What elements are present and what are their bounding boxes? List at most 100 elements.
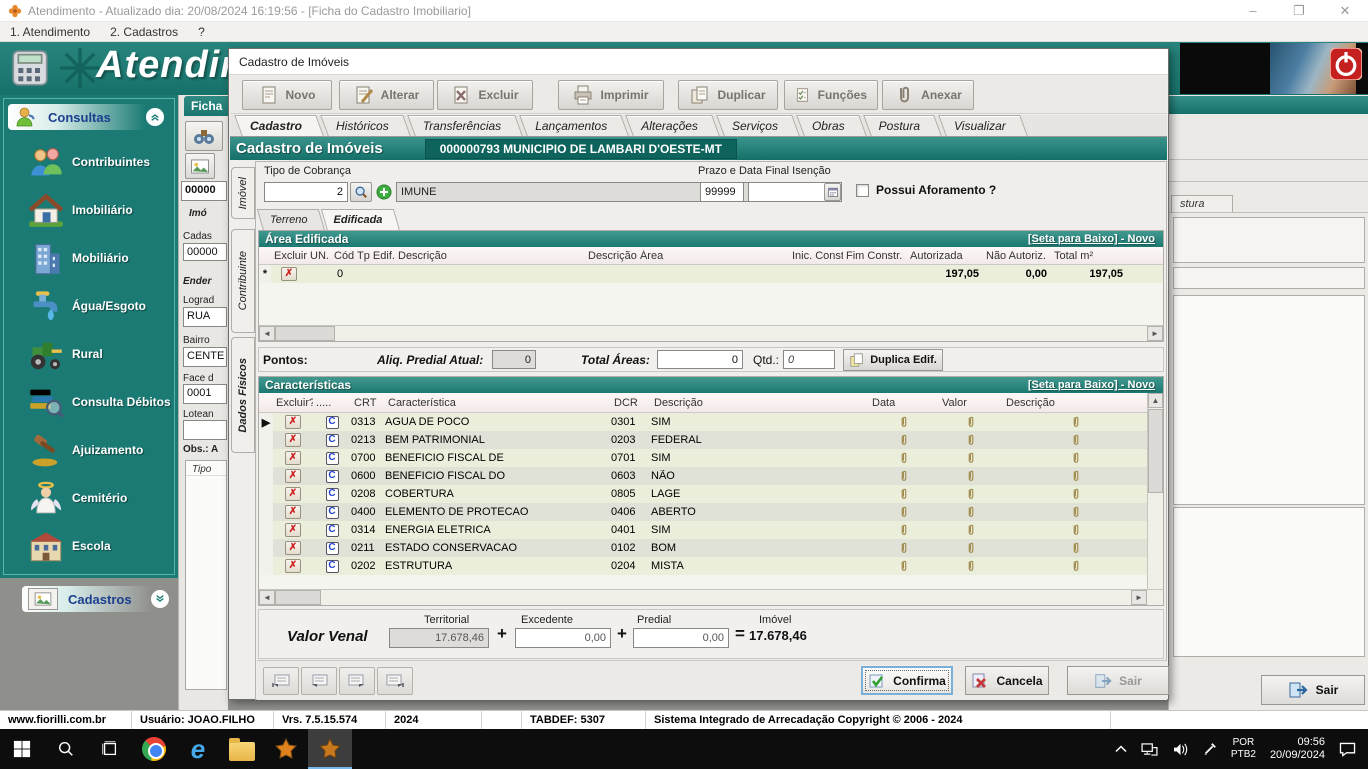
face-field[interactable]: 0001 (183, 384, 227, 404)
data-clip-icon[interactable] (899, 451, 909, 465)
network-icon[interactable] (1141, 743, 1158, 756)
first-record-button[interactable] (263, 667, 299, 695)
delete-row-button[interactable]: ✗ (285, 415, 301, 429)
logradouro-field[interactable]: RUA (183, 307, 227, 327)
caracteristicas-horizontal-scrollbar[interactable]: ◄ ► (259, 589, 1163, 605)
descricao-clip-icon[interactable] (1071, 469, 1081, 483)
next-record-button[interactable] (339, 667, 375, 695)
valor-clip-icon[interactable] (966, 487, 976, 501)
cancela-button[interactable]: Cancela (965, 666, 1049, 695)
caract-row[interactable]: ✗C0213BEM PATRIMONIAL0203FEDERAL (259, 431, 1148, 449)
scroll-right-arrow[interactable]: ► (1131, 590, 1147, 605)
toolbar-funcoes-button[interactable]: Funções (784, 80, 878, 110)
sidebar-group-cadastros[interactable]: Cadastros (22, 586, 175, 612)
caract-row[interactable]: ▶✗C0313AGUA DE POCO0301SIM (259, 413, 1148, 431)
caracteristicas-vertical-scrollbar[interactable]: ▲ ▼ (1147, 393, 1163, 605)
descricao-clip-icon[interactable] (1071, 487, 1081, 501)
restore-button[interactable]: ❐ (1276, 0, 1322, 22)
search-lookup-button[interactable] (350, 182, 372, 202)
task-view-icon[interactable] (88, 729, 132, 769)
descricao-clip-icon[interactable] (1071, 433, 1081, 447)
tab-postura-partial[interactable]: stura (1171, 195, 1233, 212)
caract-row[interactable]: ✗C0600BENEFICIO FISCAL DO0603NÃO (259, 467, 1148, 485)
valor-clip-icon[interactable] (966, 469, 976, 483)
chevron-up-icon[interactable] (146, 108, 164, 126)
photo-button[interactable] (185, 153, 215, 179)
subtab-terreno[interactable]: Terreno (260, 209, 322, 231)
delete-row-button[interactable]: ✗ (285, 487, 301, 501)
taskbar-search-icon[interactable] (44, 729, 88, 769)
sidebar-item-rural[interactable]: Rural (4, 330, 174, 378)
background-tab-imovel[interactable]: Imó (189, 208, 207, 219)
descricao-clip-icon[interactable] (1071, 559, 1081, 573)
chrome-icon[interactable] (132, 729, 176, 769)
scroll-right-arrow[interactable]: ► (1147, 326, 1163, 341)
caract-row[interactable]: ✗C0202ESTRUTURA0204MISTA (259, 557, 1148, 575)
prazo-field[interactable]: 99999 (700, 182, 744, 202)
caract-row[interactable]: ✗C0700BENEFICIO FISCAL DE0701SIM (259, 449, 1148, 467)
toolbar-excluir-button[interactable]: Excluir (437, 80, 533, 110)
valor-clip-icon[interactable] (966, 505, 976, 519)
chevron-down-icon[interactable] (151, 590, 169, 608)
descricao-clip-icon[interactable] (1071, 523, 1081, 537)
valor-clip-icon[interactable] (966, 541, 976, 555)
valor-clip-icon[interactable] (966, 559, 976, 573)
sidebar-item-imobiliario[interactable]: Imobiliário (4, 186, 174, 234)
delete-row-button[interactable]: ✗ (285, 505, 301, 519)
descricao-clip-icon[interactable] (1071, 415, 1081, 429)
toolbar-imprimir-button[interactable]: Imprimir (558, 80, 664, 110)
scroll-thumb[interactable] (275, 326, 335, 341)
aliq-predial-field[interactable]: 0 (492, 350, 536, 369)
delete-row-button[interactable]: ✗ (285, 451, 301, 465)
sidebar-item-ajuizamento[interactable]: Ajuizamento (4, 426, 174, 474)
bairro-field[interactable]: CENTE (183, 347, 227, 367)
sidebar-item-cemiterio[interactable]: Cemitério (4, 474, 174, 522)
data-clip-icon[interactable] (899, 433, 909, 447)
sidebar-item-mobiliario[interactable]: Mobiliário (4, 234, 174, 282)
data-clip-icon[interactable] (899, 523, 909, 537)
descricao-clip-icon[interactable] (1071, 505, 1081, 519)
qtd-field[interactable]: 0 (783, 350, 835, 369)
delete-row-button[interactable]: ✗ (285, 433, 301, 447)
sidebar-item-agua-esgoto[interactable]: Água/Esgoto (4, 282, 174, 330)
delete-row-button[interactable]: ✗ (285, 523, 301, 537)
sidebar-item-contribuintes[interactable]: Contribuintes (4, 138, 174, 186)
language-indicator[interactable]: POR PTB2 (1231, 737, 1256, 761)
power-button[interactable] (1330, 48, 1362, 80)
valor-clip-icon[interactable] (966, 415, 976, 429)
delete-row-button[interactable]: ✗ (281, 267, 297, 281)
scroll-thumb[interactable] (275, 590, 321, 605)
search-record-button[interactable] (185, 121, 223, 151)
area-horizontal-scrollbar[interactable]: ◄ ► (259, 325, 1163, 341)
tipo-cobranca-code-field[interactable]: 2 (264, 182, 348, 202)
tab-servicos[interactable]: Serviços (720, 115, 796, 136)
tab-lancamentos[interactable]: Lançamentos (523, 115, 625, 136)
scroll-up-arrow[interactable]: ▲ (1148, 393, 1163, 408)
duplica-edif-button[interactable]: Duplica Edif. (843, 349, 943, 371)
tray-chevron-up-icon[interactable] (1115, 745, 1127, 753)
data-clip-icon[interactable] (899, 415, 909, 429)
fiorilli-app-icon[interactable] (264, 729, 308, 769)
last-record-button[interactable] (377, 667, 413, 695)
valor-clip-icon[interactable] (966, 523, 976, 537)
side-tab-imovel[interactable]: Imóvel (231, 167, 255, 219)
cadastro-field[interactable]: 00000 (183, 243, 227, 261)
caract-row[interactable]: ✗C0208COBERTURA0805LAGE (259, 485, 1148, 503)
caract-row[interactable]: ✗C0400ELEMENTO DE PROTECAO0406ABERTO (259, 503, 1148, 521)
background-code-field[interactable]: 00000 (181, 181, 227, 201)
toolbar-novo-button[interactable]: Novo (242, 80, 332, 110)
volume-icon[interactable] (1172, 743, 1189, 756)
sidebar-item-consulta-debitos[interactable]: Consulta Débitos (4, 378, 174, 426)
notification-center-icon[interactable] (1339, 742, 1356, 757)
data-clip-icon[interactable] (899, 505, 909, 519)
data-clip-icon[interactable] (899, 541, 909, 555)
valor-clip-icon[interactable] (966, 433, 976, 447)
internet-explorer-icon[interactable]: e (176, 729, 220, 769)
close-button[interactable]: ✕ (1322, 0, 1368, 22)
descricao-clip-icon[interactable] (1071, 451, 1081, 465)
menu-item-2-cadastros[interactable]: 2. Cadastros (100, 23, 188, 41)
background-sair-button[interactable]: Sair (1261, 675, 1365, 705)
start-button[interactable] (0, 729, 44, 769)
sair-button[interactable]: Sair (1067, 666, 1169, 695)
scroll-left-arrow[interactable]: ◄ (259, 590, 275, 605)
